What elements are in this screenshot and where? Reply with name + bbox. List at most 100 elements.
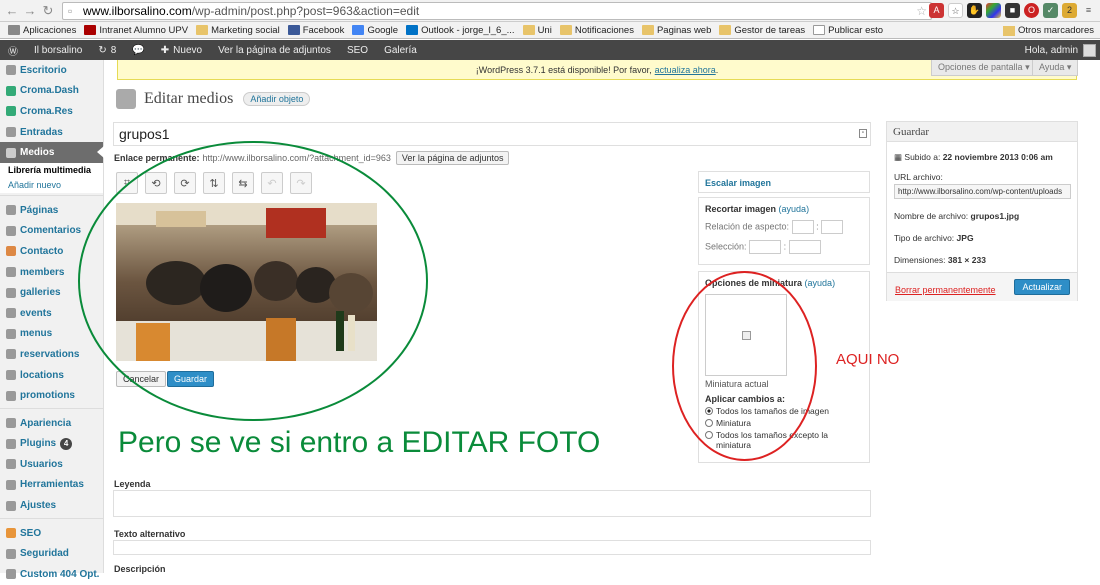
aspect-width-input[interactable] xyxy=(791,220,814,234)
save-metabox-actions: Borrar permanentemente Actualizar xyxy=(887,272,1077,301)
thumbnail-help-link[interactable]: (ayuda) xyxy=(805,278,836,288)
caption-textarea[interactable] xyxy=(113,490,871,517)
bookmark-page[interactable]: Publicar esto xyxy=(813,25,883,36)
save-metabox: Guardar ▦ Subido a: 22 noviembre 2013 0:… xyxy=(886,121,1078,301)
extension-color-icon[interactable] xyxy=(986,3,1001,18)
menu-seguridad[interactable]: Seguridad xyxy=(0,543,103,564)
folder-icon xyxy=(1002,25,1015,36)
adblock-icon[interactable]: A xyxy=(929,3,944,18)
green-annotation-ellipse xyxy=(78,141,428,421)
bookmark-folder[interactable]: Uni xyxy=(522,25,552,36)
menu-custom-404[interactable]: Custom 404 Opt. xyxy=(0,564,103,585)
site-name-link[interactable]: Il borsalino xyxy=(26,40,90,60)
croma-icon xyxy=(6,106,16,117)
menu-paginas[interactable]: Páginas xyxy=(0,200,103,221)
menu-promotions[interactable]: promotions xyxy=(0,385,103,406)
page-icon: ▫ xyxy=(68,4,73,18)
menu-locations[interactable]: locations xyxy=(0,365,103,386)
menu-croma-res[interactable]: Croma.Res xyxy=(0,101,103,122)
wp-logo-icon[interactable]: Ⓦ xyxy=(0,40,26,60)
tag-icon xyxy=(6,390,16,401)
update-button[interactable]: Actualizar xyxy=(1014,279,1070,295)
folder-icon xyxy=(559,25,572,35)
menu-apariencia[interactable]: Apariencia xyxy=(0,413,103,434)
view-attachment-button[interactable]: Ver la página de adjuntos xyxy=(395,151,510,165)
bookmark-folder[interactable]: Notificaciones xyxy=(559,25,634,36)
menu-croma-dash[interactable]: Croma.Dash xyxy=(0,81,103,102)
reload-icon[interactable]: ↻ xyxy=(40,3,56,19)
new-link[interactable]: ✚ Nuevo xyxy=(153,40,210,60)
menu-medios[interactable]: Medios xyxy=(0,142,104,163)
updates-link[interactable]: ↻ 8 xyxy=(90,40,124,60)
bookmark-intranet[interactable]: Intranet Alumno UPV xyxy=(84,25,188,36)
seo-link[interactable]: SEO xyxy=(339,40,376,60)
security-icon xyxy=(6,548,16,559)
locations-icon xyxy=(6,370,16,381)
menu-herramientas[interactable]: Herramientas xyxy=(0,475,103,496)
address-bar[interactable]: ▫ www.ilborsalino.com/wp-admin/post.php?… xyxy=(62,2,932,20)
star-icon[interactable]: ☆ xyxy=(916,3,927,19)
menus-icon xyxy=(6,328,16,339)
save-metabox-title: Guardar xyxy=(887,122,1077,142)
update-now-link[interactable]: actualiza ahora xyxy=(655,65,716,75)
star-extension-icon[interactable]: ☆ xyxy=(948,3,963,18)
forward-icon[interactable]: → xyxy=(22,3,38,19)
extension-badge-icon[interactable]: 2 xyxy=(1062,3,1077,18)
view-attachment-link[interactable]: Ver la página de adjuntos xyxy=(210,40,339,60)
dashboard-icon xyxy=(6,65,16,76)
back-icon[interactable]: ← xyxy=(4,3,20,19)
menu-seo[interactable]: SEO xyxy=(0,523,103,544)
file-url-field[interactable]: http://www.ilborsalino.com/wp-content/up… xyxy=(894,184,1071,199)
extension-dark-icon[interactable]: ■ xyxy=(1005,3,1020,18)
seo-icon xyxy=(6,528,16,539)
outlook-icon xyxy=(406,25,419,35)
menu-usuarios[interactable]: Usuarios xyxy=(0,454,103,475)
bookmark-folder[interactable]: Gestor de tareas xyxy=(719,25,805,36)
bookmark-folder[interactable]: Marketing social xyxy=(196,25,280,36)
screen-options-button[interactable]: Opciones de pantalla ▾ xyxy=(931,60,1037,76)
tools-icon xyxy=(6,479,16,490)
crop-image-panel: Recortar imagen (ayuda) Relación de aspe… xyxy=(698,197,870,265)
bookmark-facebook[interactable]: Facebook xyxy=(287,25,344,36)
extension-check-icon[interactable]: ✓ xyxy=(1043,3,1058,18)
bookmark-outlook[interactable]: Outlook - jorge_l_6_... xyxy=(406,25,515,36)
delete-permanently-link[interactable]: Borrar permanentemente xyxy=(895,285,996,295)
aspect-height-input[interactable] xyxy=(821,220,844,234)
croma-icon xyxy=(6,85,16,96)
members-icon xyxy=(6,267,16,278)
submenu-add-new[interactable]: Añadir nuevo xyxy=(0,177,103,193)
bookmark-other[interactable]: Otros marcadores xyxy=(1002,25,1094,36)
bookmark-apps[interactable]: Aplicaciones xyxy=(8,25,76,36)
comments-icon[interactable]: 💬 xyxy=(124,40,152,60)
google-icon xyxy=(352,25,365,35)
media-icon xyxy=(116,89,136,109)
pin-icon xyxy=(6,127,16,138)
scale-image-panel[interactable]: Escalar imagen xyxy=(698,171,870,193)
gallery-link[interactable]: Galería xyxy=(376,40,425,60)
bookmark-folder[interactable]: Paginas web xyxy=(641,25,711,36)
menu-reservations[interactable]: reservations xyxy=(0,344,103,365)
users-icon xyxy=(6,459,16,470)
selection-height-input[interactable] xyxy=(788,240,821,254)
menu-plugins[interactable]: Plugins 4 xyxy=(0,434,103,455)
bookmark-google[interactable]: Google xyxy=(352,25,398,36)
menu-escritorio[interactable]: Escritorio xyxy=(0,60,103,81)
expand-icon[interactable]: ▫ xyxy=(859,129,867,138)
menu-entradas[interactable]: Entradas xyxy=(0,122,103,143)
plugins-badge: 4 xyxy=(60,437,73,450)
add-new-button[interactable]: Añadir objeto xyxy=(243,92,311,106)
contact-icon xyxy=(6,246,16,257)
green-annotation-text: Pero se ve si entro a EDITAR FOTO xyxy=(118,426,601,459)
menu-ajustes[interactable]: Ajustes xyxy=(0,495,103,516)
crop-help-link[interactable]: (ayuda) xyxy=(779,204,810,214)
opera-icon[interactable]: O xyxy=(1024,3,1039,18)
menu-icon[interactable]: ≡ xyxy=(1081,3,1096,18)
alt-text-input[interactable] xyxy=(113,540,871,555)
submenu-library[interactable]: Librería multimedia xyxy=(0,162,103,178)
account-menu[interactable]: Hola, admin xyxy=(1025,40,1096,60)
folder-icon xyxy=(522,25,535,35)
page-icon xyxy=(813,25,826,35)
help-button[interactable]: Ayuda ▾ xyxy=(1032,60,1079,76)
selection-width-input[interactable] xyxy=(749,240,782,254)
extension-hand-icon[interactable]: ✋ xyxy=(967,3,982,18)
